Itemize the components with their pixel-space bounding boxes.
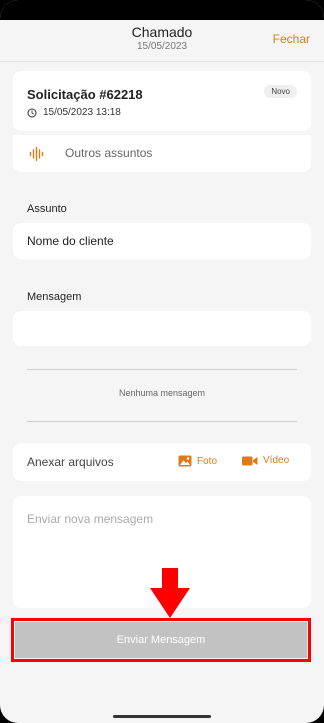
send-message-button[interactable]: Enviar Mensagem bbox=[15, 622, 307, 658]
attach-video-button[interactable]: Vídeo bbox=[242, 455, 289, 466]
status-bar bbox=[0, 0, 324, 20]
close-button[interactable]: Fechar bbox=[273, 32, 310, 46]
home-indicator bbox=[113, 715, 211, 718]
divider-top bbox=[27, 369, 297, 370]
attachments-row: Anexar arquivos Foto Vídeo bbox=[13, 443, 311, 481]
image-icon bbox=[178, 455, 192, 467]
status-badge: Novo bbox=[264, 85, 297, 98]
subject-value: Nome do cliente bbox=[27, 234, 114, 248]
clock-icon bbox=[27, 108, 37, 117]
empty-messages-text: Nenhuma mensagem bbox=[118, 388, 206, 398]
message-field[interactable] bbox=[13, 311, 311, 346]
subject-type-label: Outros assuntos bbox=[65, 146, 153, 160]
subject-field[interactable]: Nome do cliente bbox=[13, 223, 311, 259]
audio-wave-icon bbox=[29, 146, 44, 162]
app-screen: Chamado 15/05/2023 Fechar Solicitação #6… bbox=[0, 0, 324, 723]
attach-video-label: Vídeo bbox=[263, 455, 290, 466]
ticket-date-row: 15/05/2023 13:18 bbox=[27, 107, 121, 118]
attach-photo-label: Foto bbox=[197, 455, 218, 467]
attachments-label: Anexar arquivos bbox=[27, 455, 114, 469]
ticket-datetime: 15/05/2023 13:18 bbox=[43, 107, 121, 118]
video-camera-icon bbox=[242, 456, 258, 465]
subject-label: Assunto bbox=[27, 203, 67, 215]
subject-type-row: Outros assuntos bbox=[13, 135, 311, 172]
message-label: Mensagem bbox=[27, 291, 82, 303]
attach-photo-button[interactable]: Foto bbox=[178, 455, 217, 467]
divider-bottom bbox=[27, 421, 297, 422]
ticket-title: Solicitação #62218 bbox=[27, 87, 143, 102]
arrow-down-icon bbox=[150, 568, 190, 618]
ticket-card: Solicitação #62218 15/05/2023 13:18 Novo bbox=[13, 71, 311, 131]
header: Chamado 15/05/2023 Fechar bbox=[0, 20, 324, 62]
